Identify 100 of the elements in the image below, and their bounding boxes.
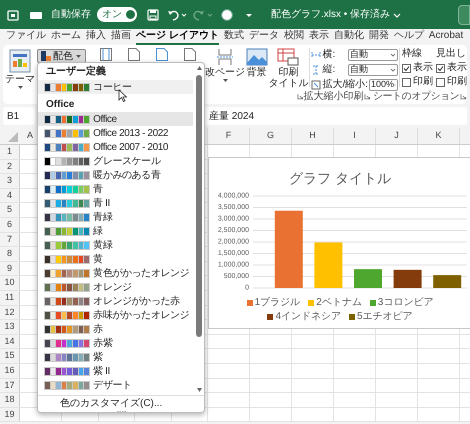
- row-header[interactable]: 17: [0, 378, 20, 392]
- document-title[interactable]: 配色グラフ.xlsx • 保存済み: [271, 7, 402, 22]
- row-header[interactable]: 3: [0, 174, 20, 188]
- color-scheme-item[interactable]: 青緑: [45, 210, 112, 224]
- color-scheme-item[interactable]: グレースケール: [45, 154, 160, 168]
- menu-tab[interactable]: Acrobat: [428, 29, 464, 45]
- breaks-button[interactable]: 改ページ: [205, 67, 245, 78]
- group-label: 拡大縮小印刷: [303, 90, 364, 104]
- menu-tab[interactable]: 自動化: [334, 29, 364, 45]
- scale-spinner[interactable]: 100%: [369, 78, 398, 90]
- chart-bar[interactable]: [433, 275, 462, 288]
- row-header[interactable]: 19: [0, 408, 20, 422]
- color-scheme-item[interactable]: 赤味がかったオレンジ: [45, 308, 190, 322]
- option-checkbox[interactable]: 印刷: [402, 76, 434, 88]
- menu-tab[interactable]: 開発: [368, 29, 389, 45]
- autosave-toggle[interactable]: オン: [97, 7, 137, 22]
- row-header[interactable]: 18: [0, 393, 20, 407]
- grip-icon: [116, 410, 128, 413]
- row-header[interactable]: 6: [0, 218, 20, 232]
- mouse-pointer-icon: [118, 89, 127, 102]
- color-scheme-item[interactable]: Office 2007 - 2010: [45, 140, 168, 154]
- color-scheme-item[interactable]: 青 II: [45, 196, 110, 210]
- row-header[interactable]: 7: [0, 232, 20, 246]
- undo-icon[interactable]: [167, 8, 187, 20]
- search-field[interactable]: [458, 4, 470, 24]
- row-header[interactable]: 13: [0, 320, 20, 334]
- legend-label: 1ブラジル: [254, 296, 300, 310]
- color-scheme-item[interactable]: 黄: [45, 252, 103, 266]
- column-header[interactable]: K: [418, 128, 460, 144]
- column-header[interactable]: I: [334, 128, 376, 144]
- legend-label: 4インドネシア: [275, 310, 341, 324]
- colors-button[interactable]: 配色: [37, 49, 86, 63]
- row-header[interactable]: 8: [0, 247, 20, 261]
- row-header[interactable]: 4: [0, 188, 20, 202]
- scale-label: 拡大/縮小:: [322, 78, 368, 90]
- color-scheme-item[interactable]: 赤: [45, 322, 103, 336]
- color-scheme-item[interactable]: 暖かみのある青: [45, 168, 160, 182]
- column-header[interactable]: F: [208, 128, 250, 144]
- color-scheme-item[interactable]: Office 2013 - 2022: [45, 126, 168, 140]
- customize-colors-link[interactable]: 色のカスタマイズ(C)...: [60, 397, 162, 410]
- name-box[interactable]: B1: [3, 107, 35, 125]
- background-button[interactable]: 背景: [246, 67, 267, 78]
- menu-tab[interactable]: ヘルプ: [394, 29, 424, 45]
- chevron-icon: [393, 10, 402, 18]
- row-header[interactable]: 5: [0, 203, 20, 217]
- row-header[interactable]: 9: [0, 262, 20, 276]
- row-header[interactable]: 1: [0, 145, 20, 159]
- color-scheme-item[interactable]: 青: [45, 182, 103, 196]
- scroll-down-icon: [196, 387, 202, 393]
- color-scheme-item[interactable]: 黄緑: [45, 238, 112, 252]
- menu-section-header: ユーザー定義: [45, 64, 107, 78]
- option-heading: 枠線: [402, 48, 424, 60]
- select-all-icon: [8, 132, 18, 142]
- color-scheme-item[interactable]: 紫: [45, 350, 103, 364]
- row-header[interactable]: 15: [0, 349, 20, 363]
- row-header[interactable]: 14: [0, 334, 20, 348]
- column-header[interactable]: G: [250, 128, 292, 144]
- menu-tab[interactable]: 描画: [111, 29, 131, 45]
- dropdown-field[interactable]: 自動: [348, 48, 398, 60]
- height-label: 縦:: [322, 63, 336, 77]
- menu-tab[interactable]: ホーム: [51, 29, 81, 45]
- formula-content: 産量 2024: [209, 110, 254, 124]
- app-icon[interactable]: [7, 8, 19, 20]
- scrollbar-thumb[interactable]: [196, 75, 202, 337]
- option-checkbox[interactable]: 表示: [436, 62, 468, 74]
- option-checkbox[interactable]: 表示: [402, 62, 434, 74]
- theme-button[interactable]: テーマ: [5, 74, 35, 85]
- chart-title: グラフ タイトル: [288, 169, 392, 188]
- color-scheme-item[interactable]: オレンジ: [45, 280, 132, 294]
- chart-bar[interactable]: [394, 270, 422, 288]
- row-header[interactable]: 11: [0, 290, 20, 305]
- row-header[interactable]: 2: [0, 160, 20, 174]
- row-header[interactable]: 10: [0, 276, 20, 290]
- theme-icon: [9, 49, 31, 73]
- menu-tab[interactable]: 数式: [224, 29, 244, 45]
- column-header[interactable]: J: [376, 128, 418, 144]
- save-icon[interactable]: [147, 8, 159, 20]
- option-heading: 見出し: [436, 48, 468, 60]
- menu-tab[interactable]: 挿入: [86, 29, 106, 45]
- landscape-icon: [246, 48, 268, 66]
- row-header[interactable]: 16: [0, 364, 20, 378]
- dropdown-field[interactable]: 自動: [348, 64, 398, 76]
- color-scheme-item[interactable]: 黄色がかったオレンジ: [45, 266, 190, 280]
- option-checkbox[interactable]: 印刷: [436, 76, 468, 88]
- color-scheme-item[interactable]: 緑: [45, 224, 103, 238]
- row-header[interactable]: 12: [0, 306, 20, 320]
- color-scheme-item[interactable]: コーヒー: [45, 80, 132, 94]
- scroll-up-icon: [196, 65, 202, 71]
- menu-tab[interactable]: データ: [248, 29, 279, 45]
- circle-icon[interactable]: [221, 8, 233, 20]
- color-scheme-item[interactable]: 紫 II: [45, 364, 110, 378]
- column-header[interactable]: H: [292, 128, 334, 144]
- menu-tab[interactable]: ファイル: [6, 29, 46, 45]
- print-titles-button[interactable]: 印刷 タイトル: [268, 67, 308, 89]
- menu-tab[interactable]: 表示: [308, 29, 329, 45]
- color-scheme-item[interactable]: Office: [45, 112, 117, 126]
- color-scheme-item[interactable]: オレンジがかった赤: [45, 294, 180, 308]
- menu-tab[interactable]: 校閲: [284, 29, 304, 45]
- color-scheme-item[interactable]: 赤紫: [45, 336, 112, 350]
- color-scheme-item[interactable]: デザート: [45, 378, 132, 392]
